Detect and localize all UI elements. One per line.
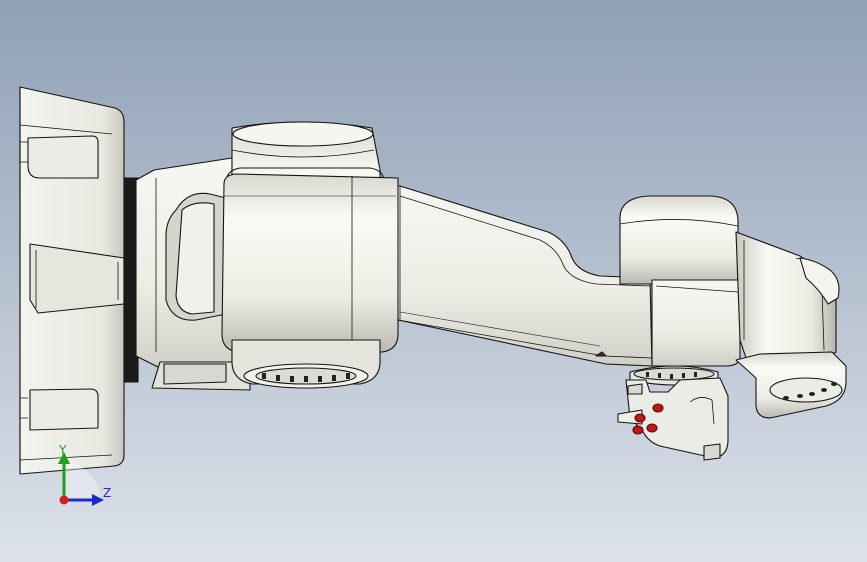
triad-y-label: Y [59, 443, 67, 457]
shoulder-joint [221, 121, 399, 389]
robot-arm-model-render[interactable] [0, 0, 867, 562]
triad-z-label: Z [103, 486, 112, 500]
cad-viewport[interactable]: Y Z [0, 0, 867, 562]
base-flange [19, 86, 139, 475]
x-axis-dot [59, 495, 69, 505]
